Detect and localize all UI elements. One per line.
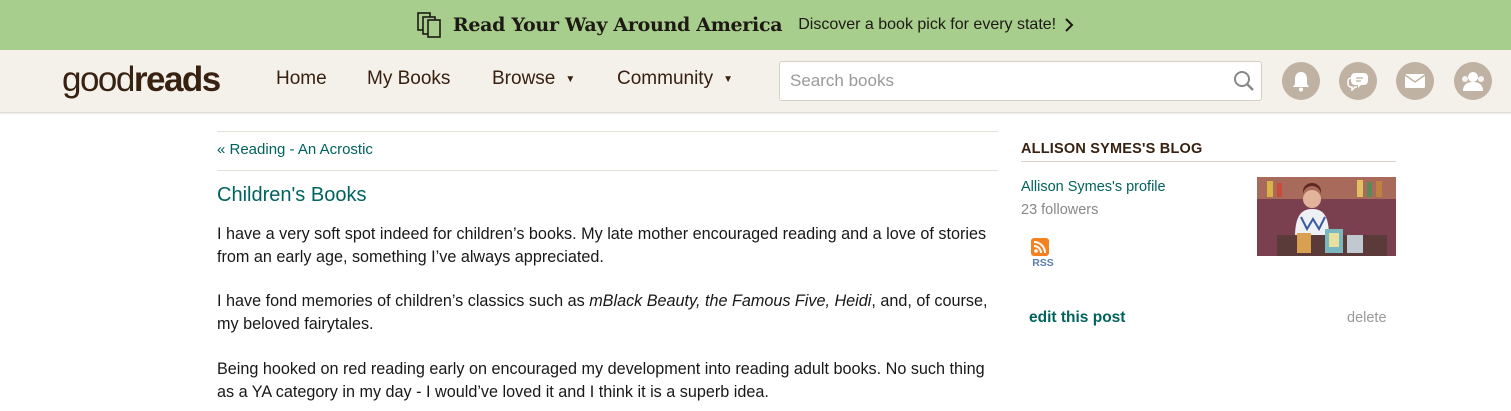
- post-paragraph-1: I have a very soft spot indeed for child…: [217, 225, 987, 266]
- books-icon: [417, 12, 441, 38]
- rss-icon: [1031, 238, 1049, 256]
- blog-title: ALLISON SYMES'S BLOG: [1021, 141, 1203, 157]
- search-box: [779, 61, 1262, 101]
- logo-good-text: good: [62, 60, 135, 99]
- discussions-button[interactable]: [1339, 62, 1377, 100]
- nav-browse-label: Browse: [492, 68, 556, 89]
- friends-icon: [1462, 72, 1484, 91]
- chevron-right-icon[interactable]: [1064, 17, 1074, 33]
- delete-post-link[interactable]: delete: [1347, 310, 1387, 326]
- nav-home[interactable]: Home: [276, 68, 327, 90]
- notifications-button[interactable]: [1282, 62, 1320, 100]
- author-photo[interactable]: [1257, 177, 1396, 256]
- messages-button[interactable]: [1396, 62, 1434, 100]
- logo-reads-text: reads: [133, 60, 221, 99]
- goodreads-logo[interactable]: goodreads: [62, 60, 221, 100]
- envelope-icon: [1404, 74, 1426, 88]
- profile-menu-button[interactable]: [1454, 62, 1492, 100]
- nav-my-books-label: My Books: [367, 68, 451, 89]
- search-input[interactable]: [780, 71, 1220, 91]
- bell-icon: [1293, 72, 1309, 92]
- search-icon[interactable]: [1233, 70, 1255, 92]
- rss-label: RSS: [1032, 257, 1054, 269]
- edit-post-link[interactable]: edit this post: [1029, 309, 1125, 327]
- post-paragraph-3: Being hooked on red reading early on enc…: [217, 360, 985, 401]
- nav-community-label: Community: [617, 68, 714, 89]
- divider: [1021, 161, 1396, 162]
- nav-community[interactable]: Community ▼: [617, 68, 733, 90]
- site-header: goodreads Home My Books Browse ▼ Communi…: [0, 50, 1511, 113]
- post-paragraph-2: I have fond memories of children’s class…: [217, 290, 1002, 335]
- promo-title[interactable]: Read Your Way Around America: [453, 14, 783, 36]
- divider: [217, 170, 998, 171]
- nav-home-label: Home: [276, 68, 327, 89]
- post-text: I have fond memories of children’s class…: [217, 292, 590, 310]
- followers-count: 23 followers: [1021, 202, 1099, 218]
- nav-my-books[interactable]: My Books: [367, 68, 450, 90]
- post-italic-titles: mBlack Beauty, the Famous Five, Heidi: [589, 292, 872, 310]
- chat-bubble-icon: [1347, 73, 1368, 91]
- nav-browse[interactable]: Browse ▼: [492, 68, 575, 90]
- caret-down-icon: ▼: [565, 73, 576, 85]
- caret-down-icon: ▼: [723, 73, 733, 85]
- divider: [217, 131, 998, 132]
- rss-feed-link[interactable]: RSS: [1026, 238, 1054, 269]
- post-title[interactable]: Children's Books: [217, 184, 366, 207]
- promo-banner[interactable]: Read Your Way Around America Discover a …: [0, 0, 1511, 50]
- previous-post-link[interactable]: « Reading - An Acrostic: [217, 141, 373, 158]
- promo-subtitle[interactable]: Discover a book pick for every state!: [798, 16, 1056, 34]
- author-profile-link[interactable]: Allison Symes's profile: [1021, 179, 1166, 195]
